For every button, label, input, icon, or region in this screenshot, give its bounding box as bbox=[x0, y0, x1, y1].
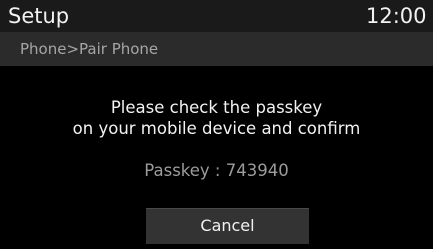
passkey-message: Please check the passkey on your mobile … bbox=[0, 97, 433, 139]
message-line-2: on your mobile device and confirm bbox=[72, 119, 361, 138]
passkey-value: Passkey : 743940 bbox=[144, 161, 289, 180]
passkey-dialog: Please check the passkey on your mobile … bbox=[0, 66, 433, 249]
breadcrumb: Phone>Pair Phone bbox=[20, 40, 159, 58]
cancel-button[interactable]: Cancel bbox=[146, 208, 309, 244]
clock: 12:00 bbox=[366, 4, 427, 28]
screen-title: Setup bbox=[8, 4, 70, 28]
message-line-1: Please check the passkey bbox=[110, 98, 323, 117]
title-bar: Setup 12:00 bbox=[0, 0, 433, 32]
breadcrumb-bar: Phone>Pair Phone bbox=[0, 32, 433, 66]
